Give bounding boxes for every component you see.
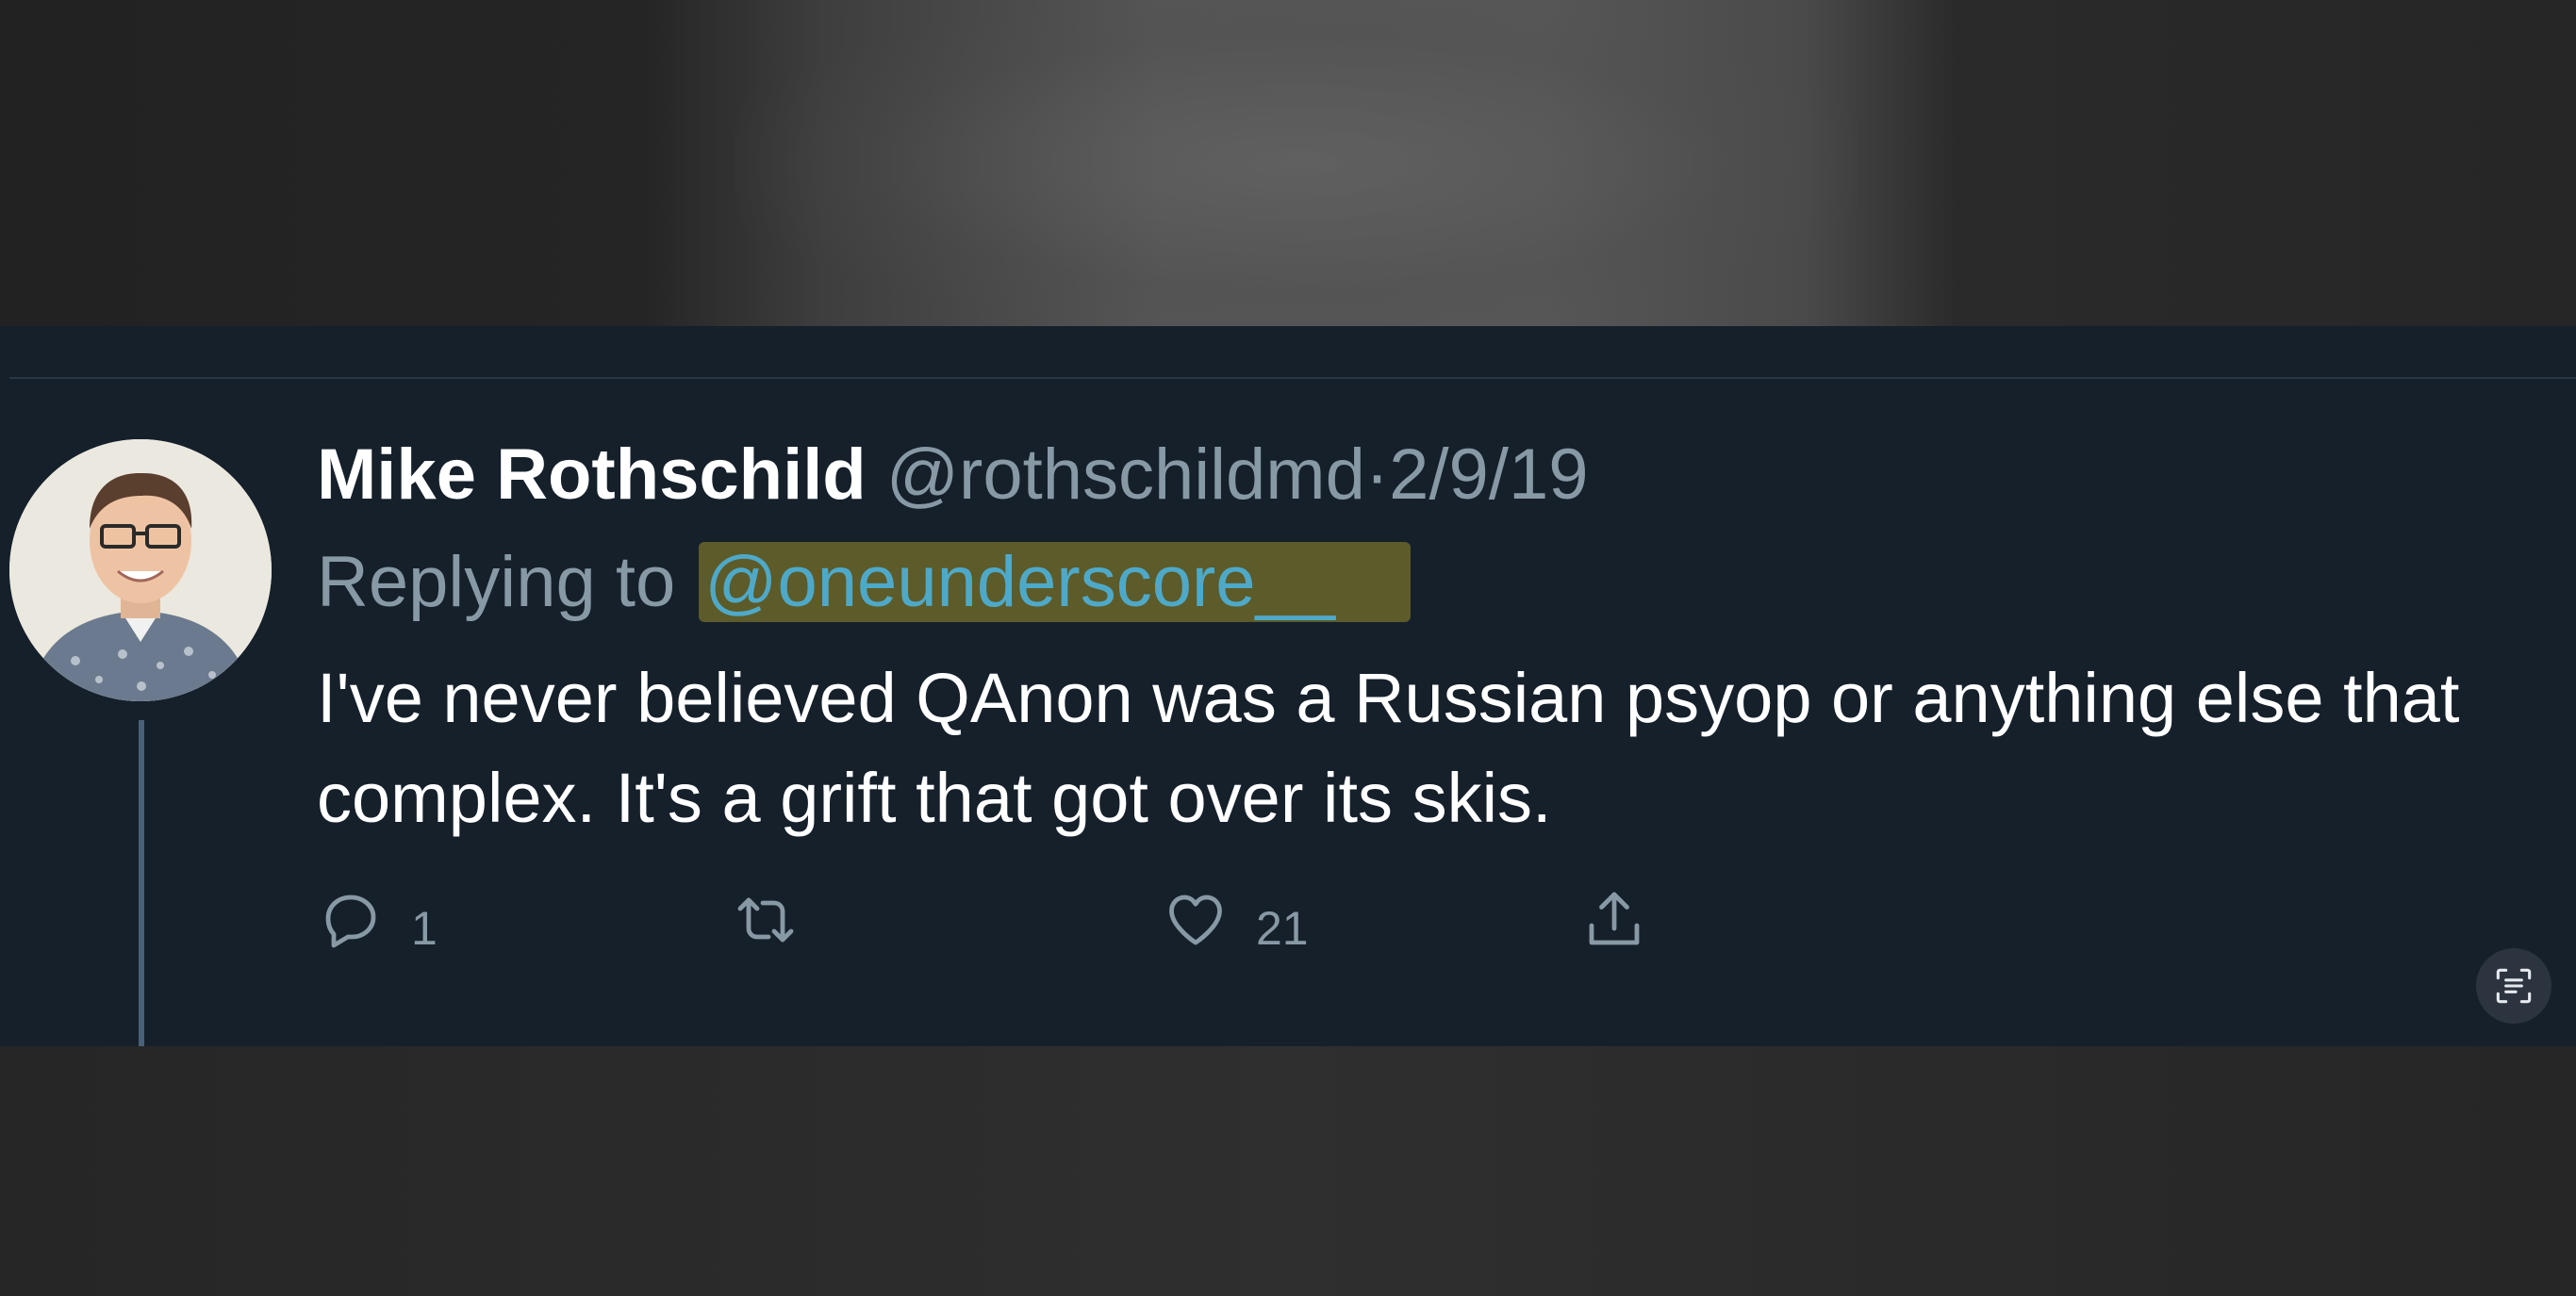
retweet-button[interactable] <box>732 878 800 962</box>
share-icon <box>1589 892 1640 945</box>
heart-icon <box>1169 894 1222 945</box>
live-text-button[interactable] <box>2476 948 2551 1024</box>
replying-to-label: Replying to <box>317 542 676 622</box>
tweet-header: Mike Rothschild @rothschildmd·2/9/19 <box>317 430 2561 520</box>
avatar[interactable] <box>9 439 272 701</box>
blurred-background-top <box>0 0 2576 326</box>
tweet-actions-bar: 1 21 <box>317 878 1731 962</box>
replying-to-line: Replying to @oneunderscore__ <box>317 537 2561 628</box>
reply-icon <box>325 894 376 948</box>
like-count: 21 <box>1256 902 1309 955</box>
like-button[interactable]: 21 <box>1162 878 1309 962</box>
share-button[interactable] <box>1580 878 1648 962</box>
tweet-date[interactable]: 2/9/19 <box>1389 435 1588 515</box>
live-text-scan-icon <box>2496 968 2532 1004</box>
reply-button[interactable]: 1 <box>317 878 438 962</box>
tweet-card[interactable]: Mike Rothschild @rothschildmd·2/9/19 Rep… <box>0 326 2576 1046</box>
replying-to-mention-link[interactable]: @oneunderscore__ <box>699 542 1412 622</box>
thread-connector-line <box>139 720 144 1046</box>
avatar-portrait <box>9 439 272 701</box>
screenshot-stage: Mike Rothschild @rothschildmd·2/9/19 Rep… <box>0 0 2576 1296</box>
divider <box>9 377 2576 379</box>
retweet-icon <box>737 897 794 943</box>
reply-count: 1 <box>411 902 438 955</box>
username-handle[interactable]: @rothschildmd <box>886 435 1365 515</box>
header-separator: · <box>1364 435 1390 515</box>
blurred-background-bottom <box>0 1046 2576 1296</box>
display-name[interactable]: Mike Rothschild <box>317 435 867 515</box>
tweet-text: I've never believed QAnon was a Russian … <box>317 659 2460 837</box>
tweet-content: Mike Rothschild @rothschildmd·2/9/19 Rep… <box>317 430 2561 848</box>
